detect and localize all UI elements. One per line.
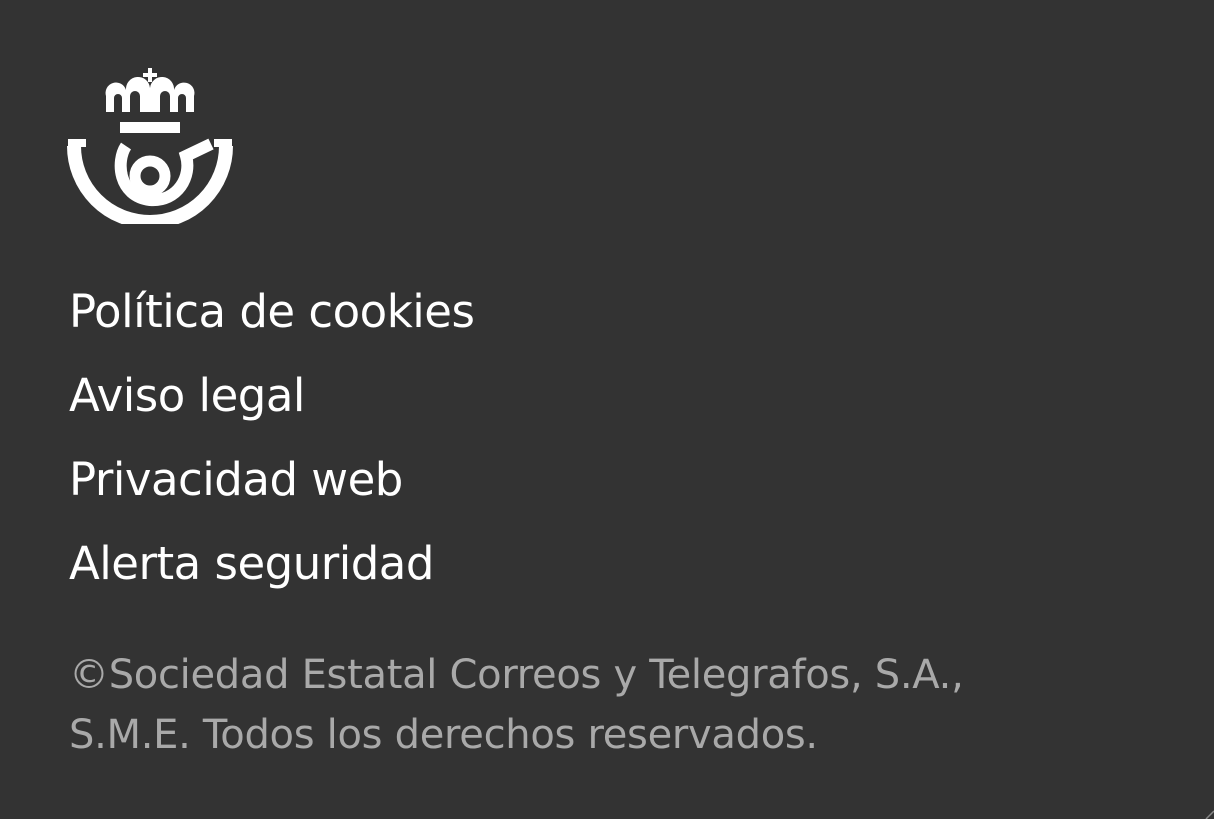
- copyright-text: ©Sociedad Estatal Correos y Telegrafos, …: [69, 645, 1069, 765]
- security-alert-link[interactable]: Alerta seguridad: [69, 522, 474, 606]
- copyright-line-2: S.M.E. Todos los derechos reservados.: [69, 712, 818, 758]
- web-privacy-link[interactable]: Privacidad web: [69, 438, 474, 522]
- correos-logo-icon[interactable]: [66, 66, 234, 224]
- footer-links: Política de cookies Aviso legal Privacid…: [69, 270, 475, 606]
- resize-grip-icon[interactable]: [1204, 809, 1214, 819]
- cookie-policy-link[interactable]: Política de cookies: [69, 270, 475, 354]
- legal-notice-link[interactable]: Aviso legal: [69, 354, 474, 438]
- copyright-line-1: ©Sociedad Estatal Correos y Telegrafos, …: [69, 652, 964, 698]
